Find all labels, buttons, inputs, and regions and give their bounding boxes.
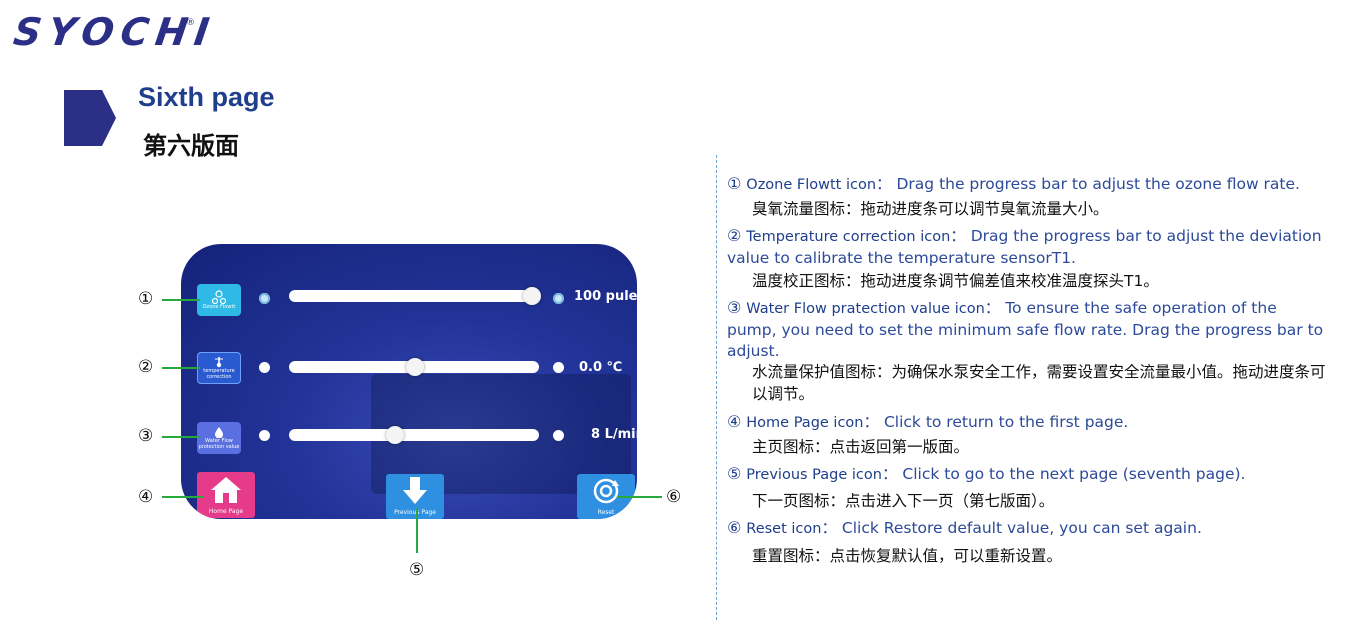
desc-5-num: ⑤ <box>727 464 742 483</box>
callout-5-line <box>416 508 418 553</box>
desc-5-text: Click to go to the next page (seventh pa… <box>902 465 1246 483</box>
temperature-increase-dot[interactable] <box>553 362 564 373</box>
temperature-value: 0.0 ℃ <box>579 360 623 375</box>
callout-2: ② <box>138 357 154 377</box>
desc-1: ① Ozone Flowtt icon： Drag the progress b… <box>727 173 1327 196</box>
desc-1-zh: 臭氧流量图标：拖动进度条可以调节臭氧流量大小。 <box>752 200 1109 218</box>
thermometer-icon <box>215 357 223 368</box>
desc-4-num: ④ <box>727 412 742 431</box>
page-title: Sixth page <box>138 82 275 112</box>
desc-6-name: Reset icon <box>746 521 822 537</box>
brand-logo: SYOCHI ® <box>11 10 219 56</box>
desc-1-text: Drag the progress bar to adjust the ozon… <box>896 175 1300 193</box>
ozone-molecule-icon <box>211 290 227 304</box>
water-slider-knob[interactable] <box>386 426 404 444</box>
desc-4-text: Click to return to the first page. <box>883 413 1129 431</box>
desc-5: ⑤ Previous Page icon： Click to go to the… <box>727 463 1327 486</box>
reset-gear-icon <box>593 478 619 504</box>
down-arrow-icon <box>403 477 427 504</box>
callout-3-line <box>162 436 200 438</box>
desc-4-name: Home Page icon <box>746 415 864 431</box>
desc-4-zh: 主页图标：点击返回第一版面。 <box>752 438 970 456</box>
callout-6-line <box>618 496 662 498</box>
temperature-icon-label: temperature correction <box>203 368 235 380</box>
water-icon-label: Water Flow protection value <box>198 438 240 450</box>
desc-6: ⑥ Reset icon： Click Restore default valu… <box>727 517 1327 540</box>
desc-2: ② Temperature correction icon： Drag the … <box>727 225 1327 269</box>
desc-3-sep: ： <box>984 299 1001 317</box>
reset-button-label: Reset <box>597 509 615 516</box>
callout-5: ⑤ <box>409 560 425 580</box>
desc-5-sep: ： <box>881 465 898 483</box>
ozone-flow-icon[interactable]: Ozone Flowtt <box>197 284 241 316</box>
water-decrease-dot[interactable] <box>259 430 270 441</box>
desc-2-name: Temperature correction icon <box>746 229 951 245</box>
water-value: 8 L/min <box>591 427 637 442</box>
temperature-correction-icon[interactable]: temperature correction <box>197 352 241 384</box>
previous-page-button[interactable]: Previous Page <box>386 474 444 519</box>
callout-6: ⑥ <box>666 487 682 507</box>
desc-6-text: Click Restore default value, you can set… <box>841 519 1202 537</box>
home-button-label: Home Page <box>208 508 244 515</box>
temperature-slider-knob[interactable] <box>406 358 424 376</box>
water-flow-protection-icon[interactable]: Water Flow protection value <box>197 422 241 454</box>
desc-5-name: Previous Page icon <box>746 467 882 483</box>
temperature-decrease-dot[interactable] <box>259 362 270 373</box>
desc-6-num: ⑥ <box>727 518 742 537</box>
desc-3-name: Water Flow pratection value icon <box>746 301 985 317</box>
desc-2-num: ② <box>727 226 742 245</box>
desc-3-num: ③ <box>727 298 742 317</box>
home-icon <box>211 477 241 503</box>
callout-1-line <box>162 299 200 301</box>
ozone-slider-knob[interactable] <box>523 287 541 305</box>
callout-1: ① <box>138 289 154 309</box>
desc-3: ③ Water Flow pratection value icon： To e… <box>727 297 1327 362</box>
ozone-icon-label: Ozone Flowtt <box>202 304 236 310</box>
logo-text: SYOCHI <box>10 10 219 54</box>
desc-5-zh: 下一页图标：点击进入下一页（第七版面）。 <box>752 492 1055 510</box>
callout-3: ③ <box>138 426 154 446</box>
callout-4: ④ <box>138 487 154 507</box>
water-increase-dot[interactable] <box>553 430 564 441</box>
desc-3-zh: 水流量保护值图标：为确保水泵安全工作，需要设置安全流量最小值。拖动进度条可以调节… <box>752 363 1326 403</box>
callout-2-line <box>162 367 200 369</box>
dashed-divider <box>716 155 717 620</box>
desc-2-zh: 温度校正图标：拖动进度条调节偏差值来校准温度探头T1。 <box>752 272 1159 290</box>
water-slider-track[interactable] <box>289 429 539 441</box>
section-arrow-icon <box>64 90 116 146</box>
home-page-button[interactable]: Home Page <box>197 472 255 518</box>
desc-6-sep: ： <box>821 519 837 537</box>
desc-1-sep: ： <box>876 175 892 193</box>
desc-4: ④ Home Page icon： Click to return to the… <box>727 411 1327 434</box>
device-screen: Ozone Flowtt 100 pules temperature corre… <box>181 244 637 519</box>
desc-1-num: ① <box>727 174 742 193</box>
desc-6-zh: 重置图标：点击恢复默认值，可以重新设置。 <box>752 547 1063 565</box>
page-subtitle: 第六版面 <box>143 132 239 160</box>
registered-mark: ® <box>186 18 195 28</box>
desc-2-sep: ： <box>950 227 966 245</box>
desc-4-sep: ： <box>863 413 880 431</box>
ozone-value: 100 pules <box>574 289 637 304</box>
ozone-decrease-dot[interactable] <box>259 293 270 304</box>
callout-4-line <box>162 496 204 498</box>
previous-button-label: Previous Page <box>394 509 436 516</box>
desc-1-name: Ozone Flowtt icon <box>746 177 877 193</box>
ozone-slider-track[interactable] <box>289 290 539 302</box>
ozone-increase-dot[interactable] <box>553 293 564 304</box>
water-drop-icon <box>215 427 223 438</box>
